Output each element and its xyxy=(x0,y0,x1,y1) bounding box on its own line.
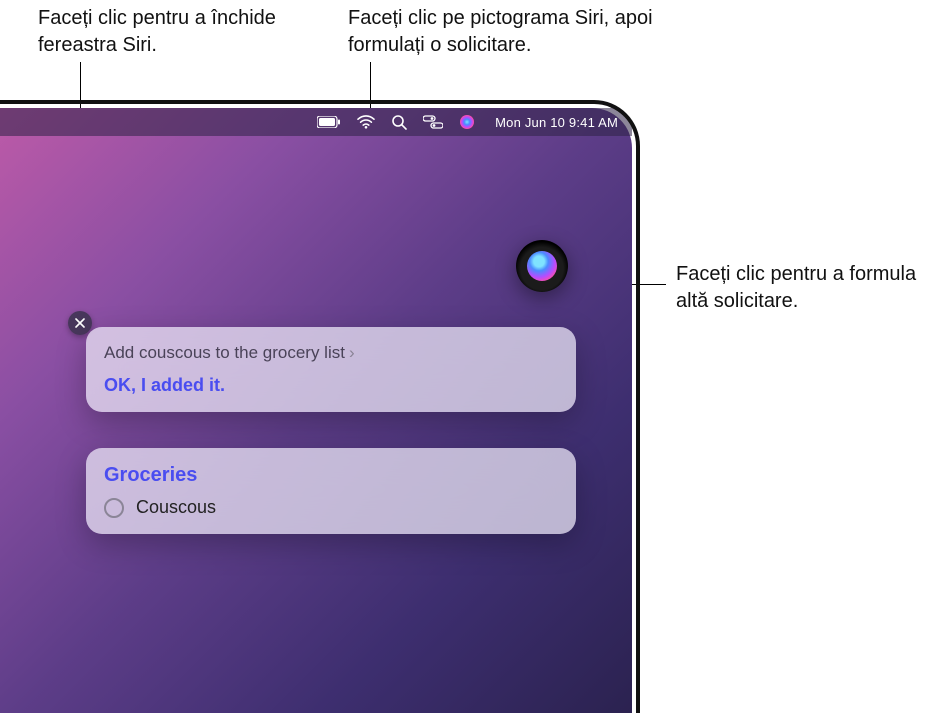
list-item[interactable]: Couscous xyxy=(104,497,558,518)
control-center-icon[interactable] xyxy=(423,115,443,129)
siri-request-row[interactable]: Add couscous to the grocery list › xyxy=(104,343,558,363)
chevron-right-icon: › xyxy=(349,343,355,363)
menu-bar: Mon Jun 10 9:41 AM xyxy=(0,108,632,136)
callout-menubar-siri: Faceți clic pe pictograma Siri, apoi for… xyxy=(348,5,668,59)
callout-close: Faceți clic pentru a închide fereastra S… xyxy=(38,5,338,59)
reminders-list-title: Groceries xyxy=(104,464,558,487)
battery-icon[interactable] xyxy=(317,116,341,128)
list-item-label: Couscous xyxy=(136,497,216,518)
siri-request-text: Add couscous to the grocery list xyxy=(104,343,345,363)
callout-siri-orb: Faceți clic pentru a formula altă solici… xyxy=(676,261,936,315)
reminders-list-card[interactable]: Groceries Couscous xyxy=(86,448,576,534)
menu-bar-datetime[interactable]: Mon Jun 10 9:41 AM xyxy=(495,115,618,130)
checkbox-unchecked-icon[interactable] xyxy=(104,498,124,518)
siri-confirmation-text: OK, I added it. xyxy=(104,375,558,396)
siri-orb-icon xyxy=(527,251,557,281)
wifi-icon[interactable] xyxy=(357,115,375,129)
device-frame: Mon Jun 10 9:41 AM Add couscous to the g… xyxy=(0,100,640,713)
siri-response-card: Add couscous to the grocery list › OK, I… xyxy=(86,327,576,412)
close-button[interactable] xyxy=(68,311,92,335)
siri-orb-button[interactable] xyxy=(516,240,568,292)
desktop-wallpaper: Mon Jun 10 9:41 AM Add couscous to the g… xyxy=(0,108,632,713)
siri-menubar-icon[interactable] xyxy=(459,114,475,130)
close-icon xyxy=(75,318,85,328)
search-icon[interactable] xyxy=(391,114,407,130)
